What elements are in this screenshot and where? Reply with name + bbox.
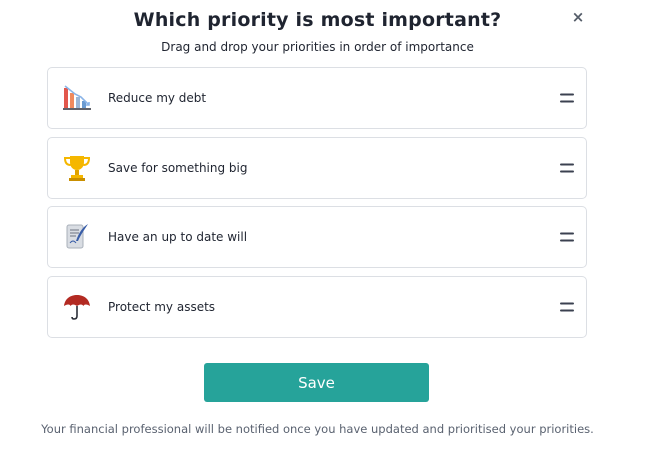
save-button[interactable]: Save — [204, 363, 429, 402]
priority-item-save-big[interactable]: Save for something big — [47, 136, 587, 199]
priority-label: Protect my assets — [108, 299, 216, 314]
priority-list: Reduce my debt Save for something big Ha… — [47, 67, 587, 345]
priority-label: Have an up to date will — [108, 230, 248, 244]
close-icon[interactable]: × — [568, 7, 588, 27]
drag-handle-icon[interactable] — [560, 302, 574, 311]
priority-label: Save for something big — [108, 160, 248, 175]
drag-handle-icon[interactable] — [560, 163, 574, 172]
modal-subtitle: Drag and drop your priorities in order o… — [161, 40, 474, 54]
debt-chart-icon — [60, 81, 94, 115]
trophy-icon — [60, 151, 94, 185]
modal-title: Which priority is most important? — [133, 9, 502, 31]
scroll-quill-icon — [60, 220, 94, 254]
drag-handle-icon[interactable] — [560, 93, 574, 103]
priority-item-reduce-debt[interactable]: Reduce my debt — [47, 67, 587, 129]
priority-modal: Which priority is most important? × Drag… — [0, 0, 649, 466]
drag-handle-icon[interactable] — [560, 232, 574, 242]
priority-item-will[interactable]: Have an up to date will — [47, 206, 587, 268]
footer-note: Your financial professional will be noti… — [41, 422, 594, 436]
priority-item-protect-assets[interactable]: Protect my assets — [47, 275, 587, 338]
priority-label: Reduce my debt — [108, 91, 207, 105]
umbrella-icon — [60, 290, 94, 324]
